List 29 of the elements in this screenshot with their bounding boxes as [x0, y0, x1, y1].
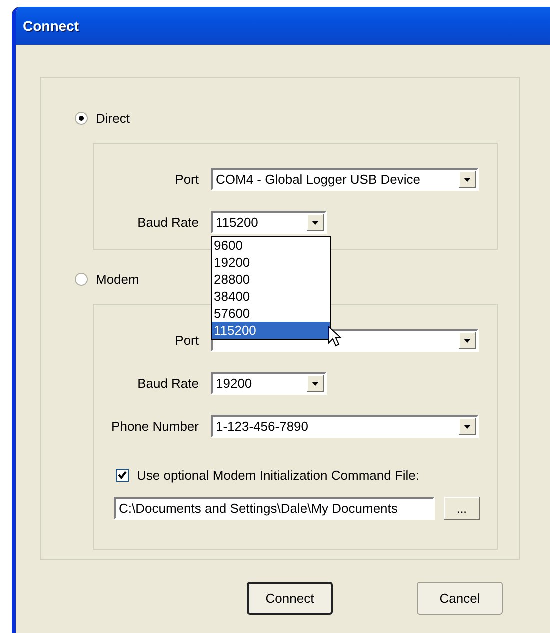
radio-button[interactable]: [75, 272, 88, 286]
window-title: Connect: [23, 18, 79, 34]
caret-icon: [464, 424, 471, 428]
caret-icon: [312, 382, 319, 386]
dropdown-arrow-button[interactable]: [307, 375, 324, 392]
field-label: Port: [174, 333, 199, 348]
dropdown-arrow-button[interactable]: [459, 418, 476, 435]
dropdown-arrow-button[interactable]: [459, 332, 476, 349]
radio-label: Modem: [96, 272, 140, 286]
file-path-field[interactable]: C:\Documents and Settings\Dale\My Documents: [114, 497, 435, 520]
checkbox-label: Use optional Modem Initialization Command File:: [137, 468, 420, 483]
dialog-button[interactable]: Connect: [247, 582, 333, 615]
radio-button[interactable]: [75, 112, 88, 124]
browse-button[interactable]: ...: [444, 497, 480, 520]
dropdown-field[interactable]: 1-123-456-7890: [211, 415, 479, 438]
radio-label: Direct: [96, 110, 130, 126]
field-label: Baud Rate: [136, 376, 199, 391]
dialog-button[interactable]: Cancel: [417, 582, 503, 615]
dropdown-arrow-button[interactable]: [307, 214, 324, 231]
caret-icon: [464, 178, 471, 182]
field-label: Phone Number: [110, 419, 199, 434]
field-label: Baud Rate: [136, 215, 199, 230]
dropdown-arrow-button[interactable]: [459, 171, 476, 188]
caret-icon: [464, 338, 471, 342]
dropdown-field[interactable]: COM4 - Global Logger USB Device: [211, 168, 479, 191]
caret-icon: [312, 220, 319, 224]
checkbox[interactable]: [116, 469, 129, 482]
dropdown-field[interactable]: 19200: [211, 372, 327, 395]
field-label: Port: [174, 172, 199, 187]
